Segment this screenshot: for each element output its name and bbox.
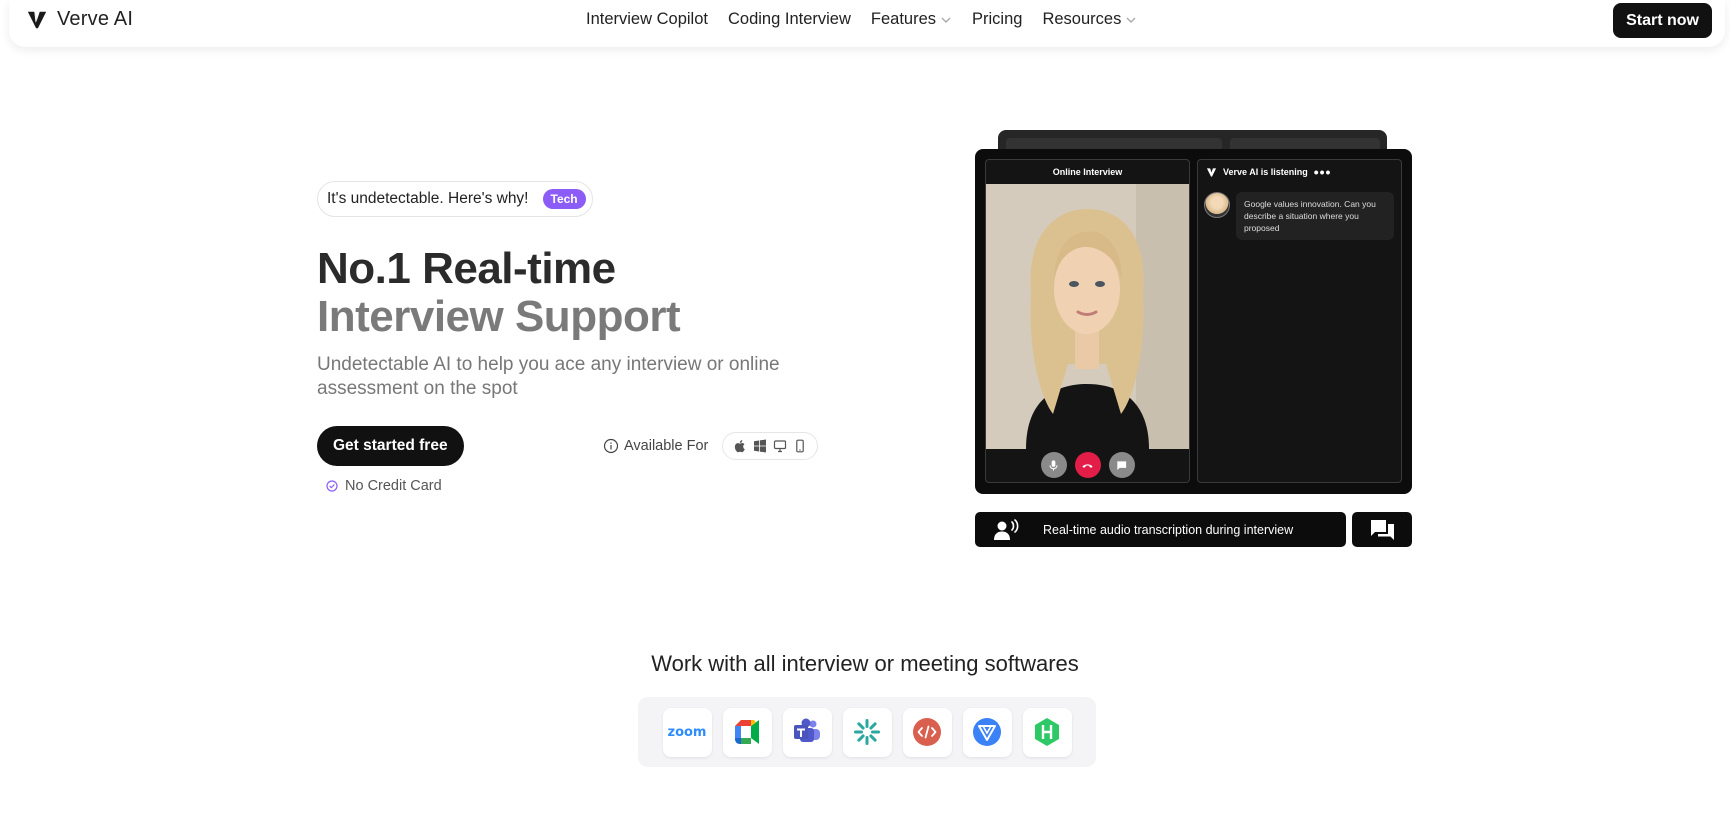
microphone-icon [1049, 459, 1058, 471]
feature-caption-text: Real-time audio transcription during int… [1043, 522, 1294, 537]
tech-badge: Tech [542, 189, 586, 209]
assistant-panel: Verve AI is listening ••• Google values … [1197, 159, 1402, 483]
interviewer-avatar [1204, 192, 1230, 218]
nav-label: Resources [1042, 10, 1122, 28]
undetectable-pill-link[interactable]: It's undetectable. Here's why! Tech [317, 181, 593, 217]
transcript-message: Google values innovation. Can you descri… [1204, 192, 1394, 240]
nav-label: Interview Copilot [586, 10, 708, 28]
message-bubble: Google values innovation. Can you descri… [1236, 192, 1394, 240]
assistant-status: Verve AI is listening [1223, 167, 1308, 177]
available-for-text: Available For [624, 438, 709, 454]
verve-logo-icon [1206, 167, 1217, 177]
windows-icon [754, 439, 767, 453]
codesignal-tile[interactable] [962, 707, 1012, 757]
platform-list [722, 432, 819, 460]
end-call-button[interactable] [1074, 452, 1101, 478]
no-credit-card-note: No Credit Card [326, 478, 442, 494]
assistant-header: Verve AI is listening ••• [1198, 160, 1401, 184]
desktop-icon [774, 440, 787, 453]
feature-caption-bar: Real-time audio transcription during int… [975, 512, 1346, 547]
chat-feature-button[interactable] [1352, 512, 1412, 547]
start-now-button[interactable]: Start now [1613, 3, 1712, 38]
zoom-tile[interactable]: zoom [662, 707, 712, 757]
get-started-free-button[interactable]: Get started free [317, 426, 464, 466]
nav-coding-interview[interactable]: Coding Interview [728, 10, 851, 29]
main-menu: Interview Copilot Coding Interview Featu… [586, 10, 1137, 29]
nav-label: Pricing [972, 10, 1023, 28]
mic-button[interactable] [1040, 452, 1067, 478]
voice-person-icon [994, 518, 1019, 540]
top-navbar: Verve AI Interview Copilot Coding Interv… [9, 0, 1725, 47]
hero-title-line1: No.1 Real-time [317, 244, 616, 293]
interview-mockup-window: Online Interview Verve AI is listening •… [975, 149, 1412, 494]
chat-bubbles-icon [1370, 519, 1394, 540]
hero-subtitle: Undetectable AI to help you ace any inte… [317, 354, 780, 399]
nav-label: Coding Interview [727, 10, 851, 28]
google-meet-tile[interactable] [722, 707, 772, 757]
webex-tile[interactable] [842, 707, 892, 757]
check-circle-icon [326, 480, 338, 492]
video-panel-title: Online Interview [1052, 167, 1123, 177]
no-credit-card-text: No Credit Card [345, 478, 442, 494]
hang-up-icon [1082, 463, 1093, 468]
nav-features[interactable]: Features [871, 10, 952, 29]
nav-pricing[interactable]: Pricing [972, 10, 1022, 29]
interviewer-video [986, 184, 1189, 449]
message-icon [1116, 460, 1127, 470]
integrations-tray: zoom [638, 697, 1096, 767]
code-brackets-icon [913, 718, 941, 746]
nav-resources[interactable]: Resources [1042, 10, 1137, 29]
webex-icon [854, 719, 880, 745]
mobile-icon [796, 439, 805, 453]
video-call-panel: Online Interview [985, 159, 1190, 483]
zoom-logo-text: zoom [667, 724, 707, 740]
hackerrank-tile[interactable] [1022, 707, 1072, 757]
nav-label: Features [870, 10, 937, 28]
chevron-down-icon [941, 17, 951, 23]
info-icon [603, 438, 619, 454]
verve-logo-icon [27, 11, 47, 28]
hero-title-line2: Interview Support [317, 292, 681, 341]
typing-dots: ••• [1313, 163, 1332, 180]
brand-name: Verve AI [57, 8, 134, 30]
pill-text: It's undetectable. Here's why! [327, 190, 529, 207]
availability-label[interactable]: Available For [603, 438, 708, 454]
chat-toggle-button[interactable] [1108, 452, 1135, 478]
codility-tile[interactable] [902, 707, 952, 757]
nav-interview-copilot[interactable]: Interview Copilot [586, 10, 708, 29]
microsoft-teams-tile[interactable] [782, 707, 832, 757]
google-meet-icon [735, 720, 759, 744]
brand-logo[interactable]: Verve AI [26, 8, 133, 31]
codesignal-icon [973, 718, 1001, 746]
apple-icon [735, 440, 746, 453]
integrations-title: Work with all interview or meeting softw… [651, 651, 1079, 676]
chevron-down-icon [1126, 17, 1136, 23]
hackerrank-icon [1035, 718, 1059, 746]
availability: Available For [603, 432, 819, 460]
call-controls [986, 448, 1189, 482]
interviewer-portrait-image [986, 184, 1189, 449]
microsoft-teams-icon [794, 718, 820, 742]
